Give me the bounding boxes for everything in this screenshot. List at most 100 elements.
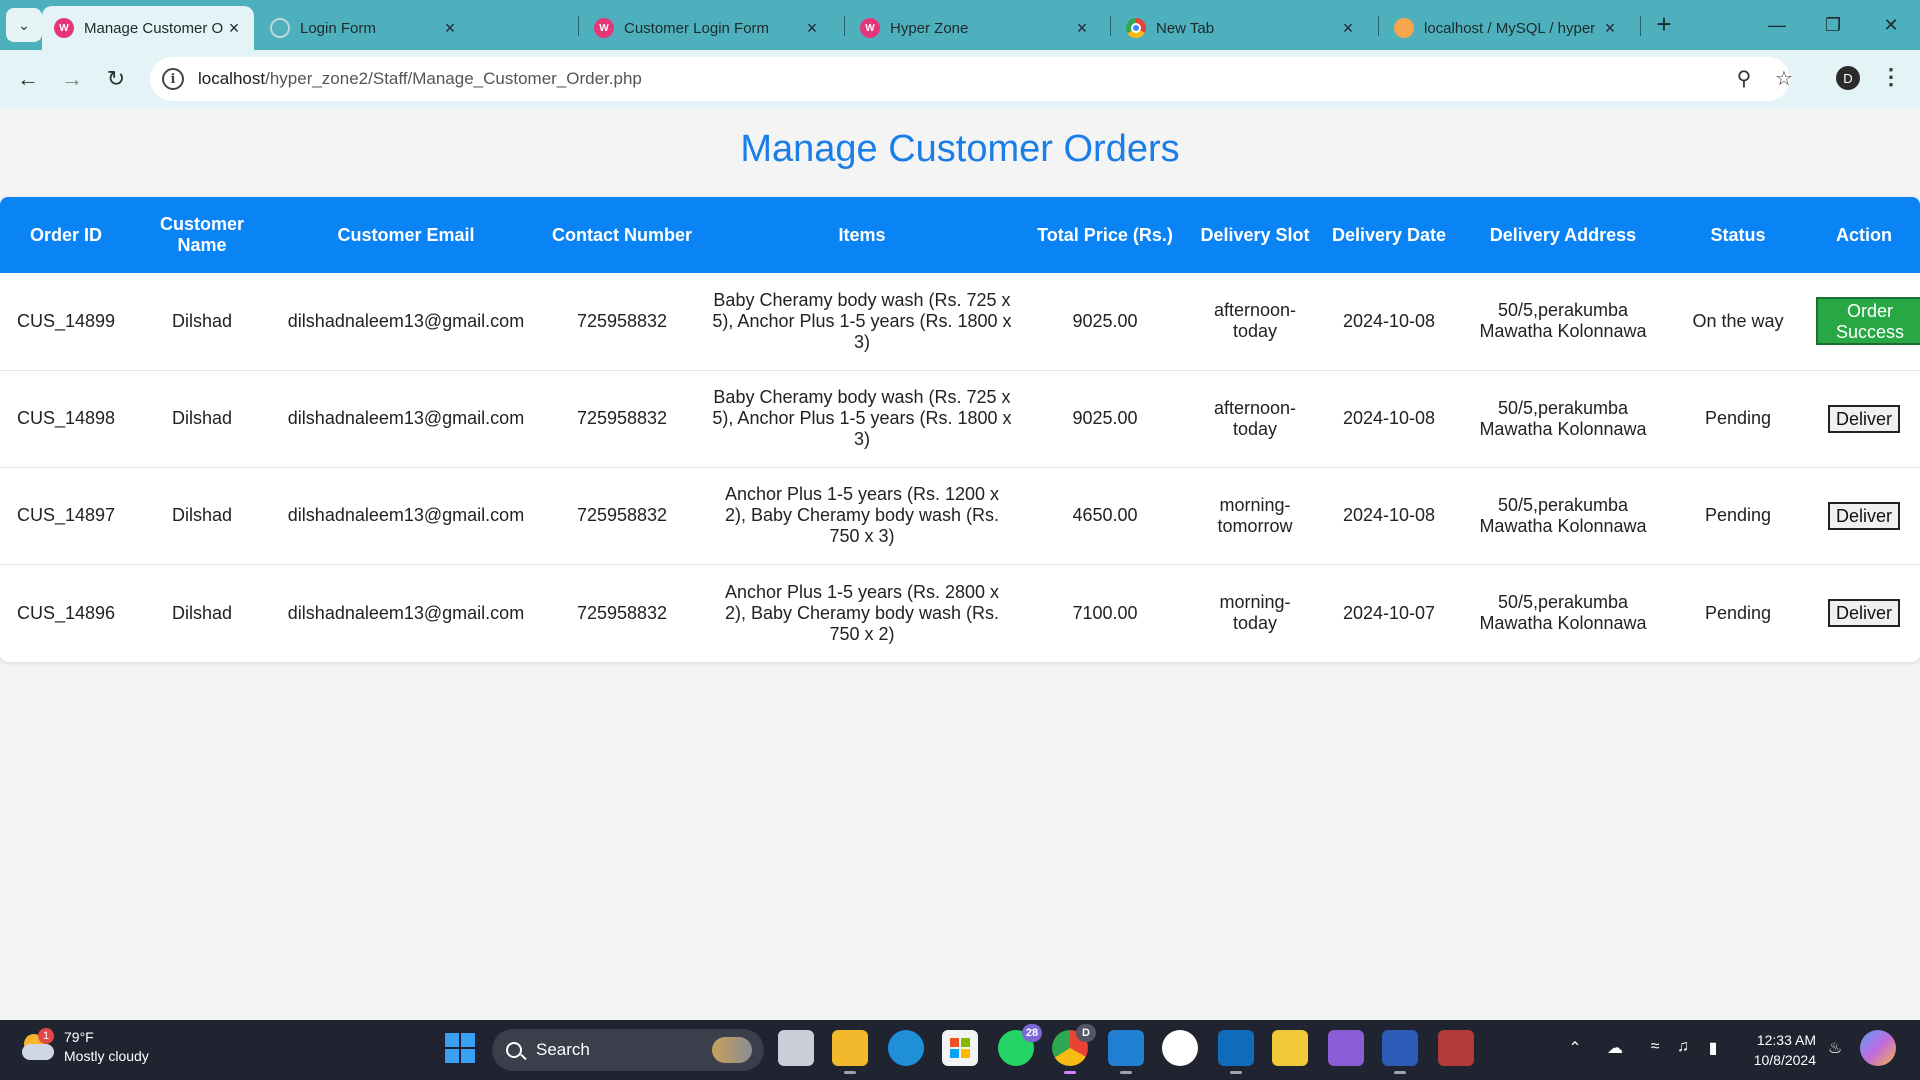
profile-avatar[interactable]: D [1836,66,1860,90]
browser-tab-bar: ⌄ W Manage Customer Orders × Login Form … [0,0,1920,50]
tab-phpmyadmin[interactable]: localhost / MySQL / hyper × [1382,6,1630,50]
new-tab-plus-icon[interactable]: + [1650,11,1678,39]
tab-close-icon[interactable]: × [1072,18,1092,39]
deliver-button[interactable]: Deliver [1828,501,1900,530]
page-title: Manage Customer Orders [740,128,1180,170]
header-delivery-address: Delivery Address [1489,224,1637,245]
weather-temperature: 79°F [64,1029,94,1045]
wifi-icon[interactable]: ≈ [1644,1038,1666,1056]
url-text[interactable]: localhost/hyper_zone2/Staff/Manage_Custo… [198,69,642,89]
tab-close-icon[interactable]: × [1600,18,1620,39]
zoom-icon[interactable]: ⚲ [1730,65,1758,93]
cell-action: Order Success [1808,273,1920,370]
chrome-icon[interactable]: D [1052,1024,1096,1074]
cell-items: Anchor Plus 1-5 years (Rs. 1200 x 2), Ba… [724,484,1000,546]
volume-icon[interactable]: ♫ [1672,1038,1694,1056]
weather-widget[interactable]: 1 79°F Mostly cloudy [20,1028,149,1066]
cell-status: Pending [1704,408,1772,428]
microsoft-store-icon[interactable] [942,1030,978,1066]
tab-separator [844,16,845,36]
task-view-icon[interactable] [778,1030,814,1066]
header-delivery-slot: Delivery Slot [1200,224,1310,245]
tab-separator [1378,16,1379,36]
tab-customer-login-form[interactable]: W Customer Login Form × [582,6,832,50]
forward-arrow-icon[interactable]: → [56,63,88,95]
cell-action: Deliver [1808,467,1920,564]
back-arrow-icon[interactable]: ← [12,63,44,95]
cell-status: On the way [1692,310,1784,331]
clock-date: 10/8/2024 [1753,1052,1816,1068]
site-info-icon[interactable]: i [162,68,184,90]
browser-toolbar: ← → ↻ i localhost/hyper_zone2/Staff/Mana… [0,50,1920,108]
vscode-icon[interactable] [1108,1030,1144,1074]
tab-new-tab[interactable]: New Tab × [1114,6,1368,50]
word-icon[interactable] [1382,1030,1418,1074]
cell-delivery-date: 2024-10-08 [1342,310,1436,331]
notification-bell-icon[interactable]: ♨ [1824,1038,1846,1058]
header-customer-name: Customer Name [159,214,244,255]
tab-separator [1110,16,1111,36]
cell-total-price: 9025.00 [1072,408,1138,428]
tab-title: New Tab [1156,19,1215,37]
edge-browser-icon[interactable] [888,1030,924,1066]
cell-delivery-slot: morning-tomorrow [1217,494,1293,536]
windows-start-icon[interactable] [442,1030,478,1066]
order-success-button[interactable]: Order Success [1816,297,1920,346]
outlook-icon[interactable] [1218,1030,1254,1074]
cell-items: Anchor Plus 1-5 years (Rs. 2800 x 2), Ba… [724,581,1000,644]
winrar-icon[interactable] [1438,1030,1474,1066]
header-items: Items [838,224,886,245]
bookmark-star-icon[interactable]: ☆ [1770,65,1798,93]
tab-hyper-zone[interactable]: W Hyper Zone × [848,6,1102,50]
tab-separator [1640,16,1641,36]
tab-close-icon[interactable]: × [802,18,822,39]
search-highlight-icon [712,1037,752,1063]
window-close-icon[interactable]: ✕ [1876,10,1906,40]
whatsapp-icon[interactable]: 28 [998,1024,1042,1066]
header-action: Action [1836,224,1892,245]
visual-studio-icon[interactable] [1328,1030,1364,1066]
tab-search-dropdown-icon[interactable]: ⌄ [6,8,42,42]
table-row: CUS_14897 Dilshad dilshadnaleem13@gmail.… [0,467,1920,564]
header-customer-email: Customer Email [337,224,475,245]
cell-contact-number: 725958832 [576,505,668,525]
whatsapp-desktop-icon[interactable] [1162,1030,1198,1066]
weather-cloud-icon: 1 [20,1028,56,1062]
deliver-button[interactable]: Deliver [1828,599,1900,628]
minimize-icon[interactable]: — [1762,10,1792,40]
tab-close-icon[interactable]: × [1338,18,1358,39]
tab-title: Manage Customer Orders [84,19,224,37]
cell-delivery-address: 50/5,perakumba Mawatha Kolonnawa [1479,397,1647,439]
cell-delivery-slot: morning-today [1219,592,1291,634]
tray-overflow-chevron-icon[interactable]: ⌃ [1564,1038,1586,1058]
url-path: /hyper_zone2/Staff/Manage_Customer_Order… [265,69,642,88]
loading-favicon-icon [270,18,290,38]
tab-manage-customer-orders[interactable]: W Manage Customer Orders × [42,6,254,50]
taskbar-search-box[interactable]: Search [492,1029,764,1071]
browser-menu-icon[interactable]: ⋮ [1880,64,1902,90]
tab-close-icon[interactable]: × [440,18,460,39]
cell-contact-number: 725958832 [576,602,668,623]
cell-action: Deliver [1808,564,1920,662]
tab-login-form[interactable]: Login Form × [258,6,470,50]
onedrive-icon[interactable]: ☁ [1604,1038,1626,1058]
file-explorer-icon[interactable] [832,1030,868,1074]
cell-total-price: 4650.00 [1072,505,1138,525]
cell-customer-name: Dilshad [171,505,233,525]
restore-icon[interactable]: ❐ [1818,10,1848,40]
table-header-row: Order ID Customer Name Customer Email Co… [0,197,1920,273]
cell-customer-email: dilshadnaleem13@gmail.com [287,602,525,623]
system-clock[interactable]: 12:33 AM 10/8/2024 [1740,1030,1816,1070]
deliver-button[interactable]: Deliver [1828,404,1900,433]
cell-customer-email: dilshadnaleem13@gmail.com [287,408,525,428]
snipping-tool-icon[interactable] [1272,1030,1308,1066]
address-bar[interactable]: i localhost/hyper_zone2/Staff/Manage_Cus… [150,57,1793,101]
cell-order-id: CUS_14899 [16,310,116,331]
battery-icon[interactable]: ▮ [1702,1038,1724,1058]
cell-order-id: CUS_14898 [16,408,116,428]
page-content: Manage Customer Orders Order ID Customer… [0,108,1920,1020]
tab-title: Login Form [300,19,376,37]
reload-icon[interactable]: ↻ [100,63,132,95]
copilot-icon[interactable] [1860,1030,1896,1066]
tab-close-icon[interactable]: × [224,18,244,39]
